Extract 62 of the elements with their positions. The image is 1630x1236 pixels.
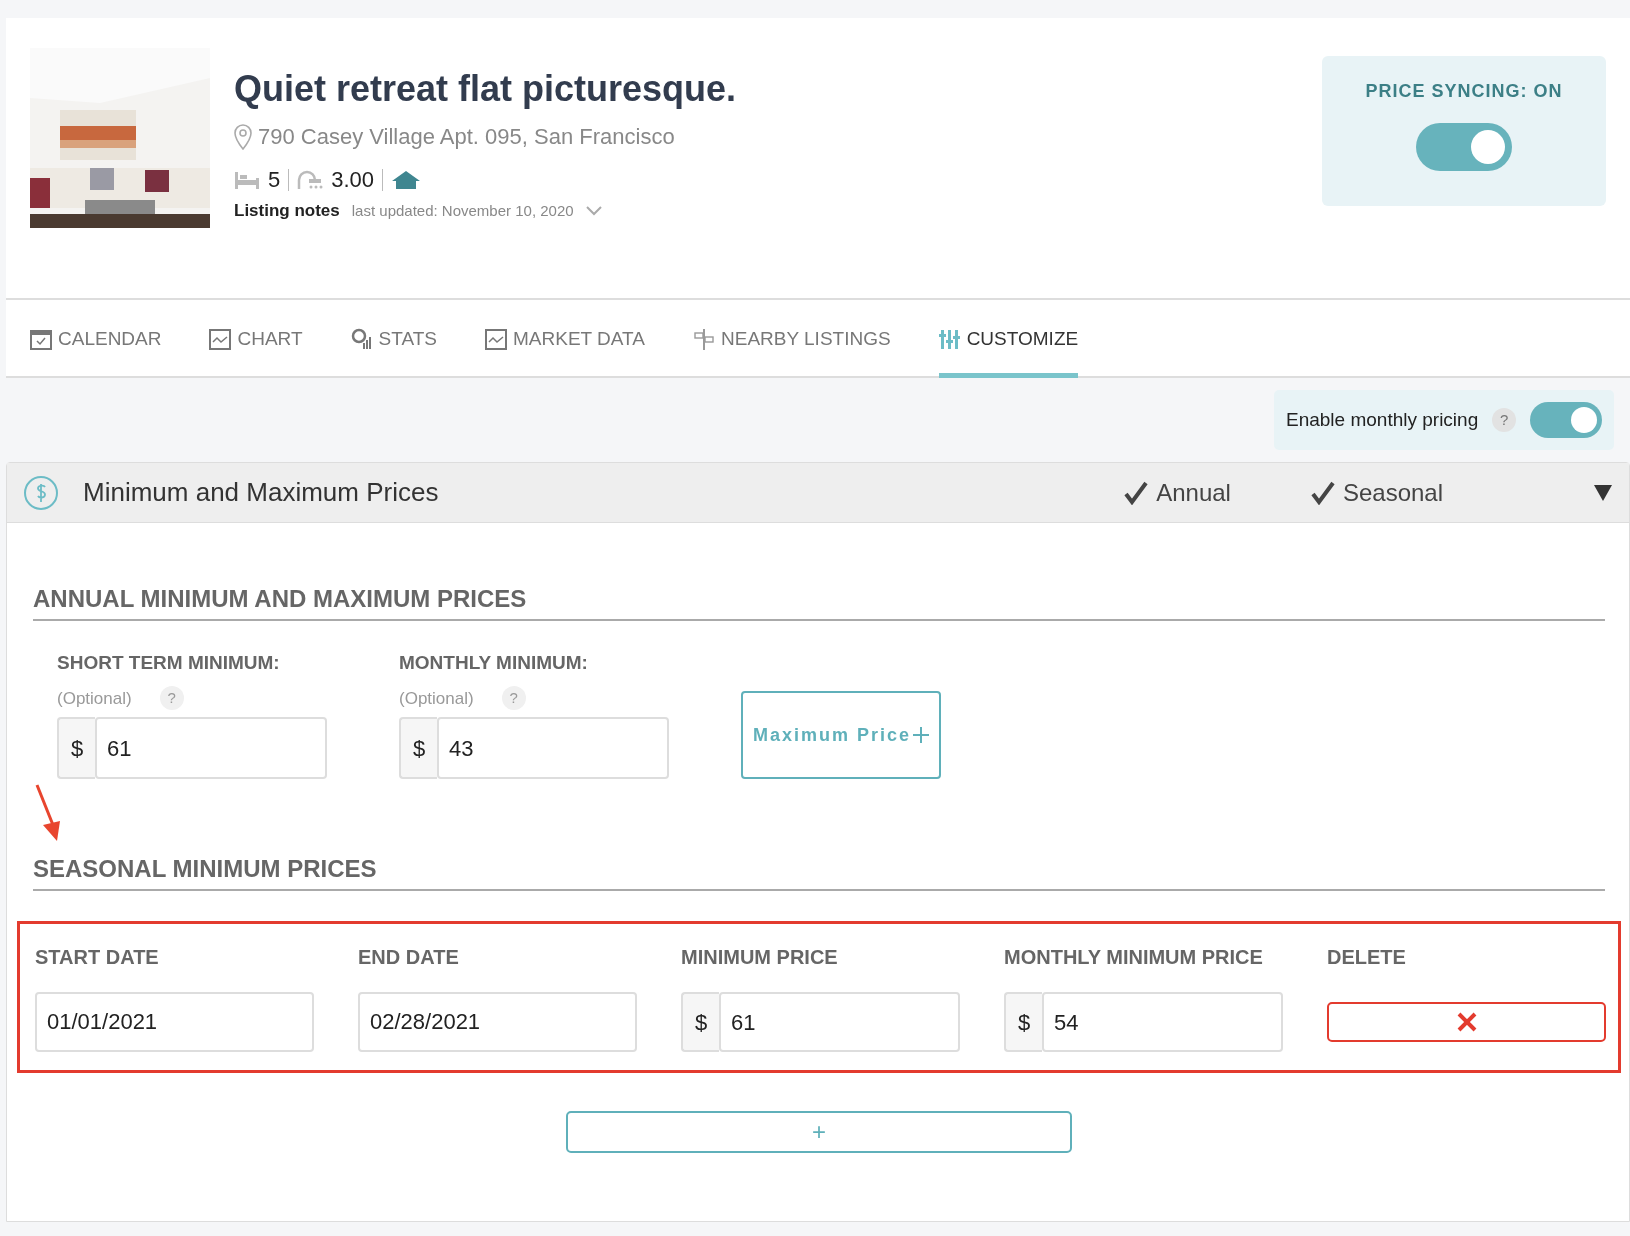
bar-chart-icon bbox=[350, 328, 373, 350]
tab[interactable]: MARKET DATA bbox=[485, 300, 645, 378]
field-label: SHORT TERM MINIMUM: bbox=[57, 651, 281, 675]
signpost-icon bbox=[693, 328, 715, 350]
line-chart-icon bbox=[485, 328, 507, 350]
currency-prefix: $ bbox=[681, 992, 719, 1052]
section-header[interactable]: Minimum and Maximum Prices Annual Seasonal bbox=[7, 463, 1629, 523]
sync-status-label: PRICE SYNCING: ON bbox=[1365, 80, 1563, 103]
tab[interactable]: CHART bbox=[209, 300, 303, 378]
last-updated-text: last updated: November 10, 2020 bbox=[351, 200, 574, 221]
tab[interactable]: NEARBY LISTINGS bbox=[693, 300, 891, 378]
filter-label: Seasonal bbox=[1342, 477, 1443, 508]
help-icon[interactable]: ? bbox=[1492, 408, 1517, 432]
close-icon bbox=[1456, 1012, 1477, 1032]
date-input[interactable]: 01/01/2021 bbox=[35, 992, 314, 1052]
plus-icon bbox=[913, 727, 930, 743]
currency-prefix: $ bbox=[399, 717, 437, 779]
delete-button[interactable] bbox=[1327, 1002, 1606, 1042]
column-header: DELETE bbox=[1327, 945, 1407, 970]
help-icon[interactable]: ? bbox=[159, 686, 184, 711]
help-icon[interactable]: ? bbox=[501, 686, 526, 711]
calendar-icon bbox=[30, 328, 52, 350]
bathroom-count: 3.00 bbox=[331, 166, 375, 194]
section-heading: SEASONAL MINIMUM PRICES bbox=[33, 851, 1605, 891]
tab[interactable]: CUSTOMIZE bbox=[938, 300, 1079, 378]
section-heading: ANNUAL MINIMUM AND MAXIMUM PRICES bbox=[33, 581, 1605, 621]
shower-icon bbox=[297, 169, 324, 190]
listing-address: 790 Casey Village Apt. 095, San Francisco bbox=[258, 123, 675, 151]
price-input[interactable]: 61 bbox=[95, 717, 327, 779]
optional-hint: (Optional) bbox=[399, 687, 474, 710]
date-input[interactable]: 02/28/2021 bbox=[358, 992, 637, 1052]
toggle-switch[interactable] bbox=[1530, 402, 1602, 438]
column-header: START DATE bbox=[35, 945, 160, 970]
column-header: MINIMUM PRICE bbox=[681, 945, 839, 970]
bed-icon bbox=[234, 169, 260, 190]
column-header: END DATE bbox=[358, 945, 460, 970]
field-label: MONTHLY MINIMUM: bbox=[399, 651, 589, 675]
arrow-drawing bbox=[33, 783, 63, 843]
maximum-price-button[interactable]: Maximum Price bbox=[741, 691, 941, 779]
house-icon bbox=[391, 169, 422, 190]
tab[interactable]: STATS bbox=[350, 300, 437, 378]
location-pin-icon bbox=[234, 123, 252, 150]
optional-hint: (Optional) bbox=[57, 687, 132, 710]
toggle-switch[interactable] bbox=[1416, 123, 1512, 171]
line-chart-icon bbox=[209, 328, 232, 350]
chevron-down-icon bbox=[585, 205, 602, 216]
dollar-circle-icon bbox=[23, 474, 59, 511]
add-row-button[interactable]: + bbox=[566, 1111, 1072, 1153]
currency-prefix: $ bbox=[1004, 992, 1042, 1052]
bedroom-count: 5 bbox=[268, 166, 281, 194]
notes-label: Listing notes bbox=[234, 200, 340, 222]
section-title: Minimum and Maximum Prices bbox=[83, 476, 439, 509]
price-input[interactable]: 43 bbox=[437, 717, 669, 779]
filter-label: Annual bbox=[1156, 477, 1231, 508]
currency-prefix: $ bbox=[57, 717, 95, 779]
price-input[interactable]: 54 bbox=[1042, 992, 1283, 1052]
monthly-pricing-label: Enable monthly pricing bbox=[1286, 407, 1479, 432]
tab[interactable]: CALENDAR bbox=[30, 300, 162, 378]
listing-title: Quiet retreat flat picturesque. bbox=[234, 67, 737, 111]
column-header: MONTHLY MINIMUM PRICE bbox=[1004, 945, 1264, 970]
price-input[interactable]: 61 bbox=[719, 992, 960, 1052]
sliders-icon bbox=[938, 328, 961, 350]
